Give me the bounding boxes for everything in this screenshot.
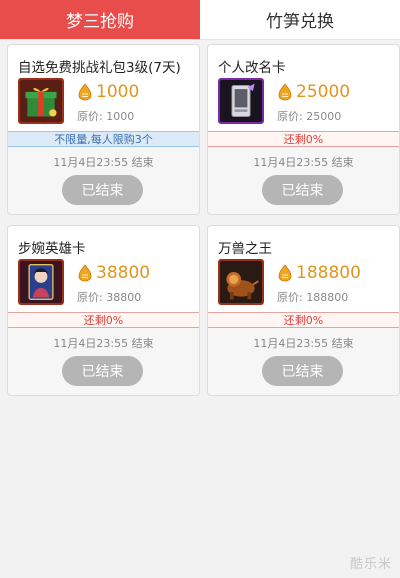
original-price-label: 原价: <box>277 291 303 304</box>
stock-remaining: 还剩0% <box>8 312 199 328</box>
card-footer: 11月4日23:55 结束 已结束 <box>208 147 399 214</box>
tab-bamboo-exchange[interactable]: 竹笋兑换 <box>200 0 400 39</box>
original-price: 原价: 1000 <box>77 108 134 124</box>
original-price: 原价: 38800 <box>77 289 141 305</box>
ended-button[interactable]: 已结束 <box>62 175 143 205</box>
rename-card-icon <box>218 78 264 124</box>
product-title: 自选免费挑战礼包3级(7天) <box>18 60 181 76</box>
card-footer: 11月4日23:55 结束 已结束 <box>208 328 399 395</box>
bamboo-coin-icon <box>78 83 92 101</box>
original-price-value: 1000 <box>106 110 135 123</box>
price-value: 1000 <box>96 82 140 102</box>
original-price: 原价: 25000 <box>277 108 341 124</box>
product-title: 万兽之王 <box>218 241 272 257</box>
product-card-rename-card[interactable]: 个人改名卡 25000 原价: 25000 还剩0% 11月4日23:55 结束… <box>207 44 400 215</box>
card-footer: 11月4日23:55 结束 已结束 <box>8 328 199 395</box>
empty-area: 酷乐米 <box>0 400 400 578</box>
end-time: 11月4日23:55 结束 <box>253 337 354 350</box>
product-title: 个人改名卡 <box>218 60 286 76</box>
tab-bar: 梦三抢购 竹笋兑换 <box>0 0 400 40</box>
original-price: 原价: 188800 <box>277 289 348 305</box>
price-row: 25000 <box>277 82 350 102</box>
price-row: 188800 <box>277 263 361 283</box>
ended-button[interactable]: 已结束 <box>262 356 343 386</box>
gift-box-icon <box>18 78 64 124</box>
price-value: 188800 <box>296 263 361 283</box>
product-card-hero-card[interactable]: 步婉英雄卡 38800 原价: 38800 还剩0% 11月4日23:55 结束… <box>7 225 200 396</box>
tab-flash-sale[interactable]: 梦三抢购 <box>0 0 200 39</box>
stock-remaining: 还剩0% <box>208 312 399 328</box>
hero-card-icon <box>18 259 64 305</box>
purchase-limit-notice: 不限量,每人限购3个 <box>8 131 199 147</box>
price-row: 38800 <box>77 263 150 283</box>
watermark-logo: 酷乐米 <box>349 557 392 572</box>
original-price-label: 原价: <box>77 110 103 123</box>
price-value: 25000 <box>296 82 351 102</box>
product-card-beast-king[interactable]: 万兽之王 188800 原价: 188800 还剩0% 11月4日23:55 结… <box>207 225 400 396</box>
product-grid: 自选免费挑战礼包3级(7天) 1000 原价: 1000 不限量,每人限购3个 … <box>0 40 400 396</box>
end-time: 11月4日23:55 结束 <box>53 156 154 169</box>
product-title: 步婉英雄卡 <box>18 241 86 257</box>
bamboo-coin-icon <box>78 264 92 282</box>
original-price-value: 38800 <box>106 291 142 304</box>
stock-remaining: 还剩0% <box>208 131 399 147</box>
card-footer: 11月4日23:55 结束 已结束 <box>8 147 199 214</box>
price-value: 38800 <box>96 263 151 283</box>
product-card-gift-pack[interactable]: 自选免费挑战礼包3级(7天) 1000 原价: 1000 不限量,每人限购3个 … <box>7 44 200 215</box>
end-time: 11月4日23:55 结束 <box>53 337 154 350</box>
end-time: 11月4日23:55 结束 <box>253 156 354 169</box>
price-row: 1000 <box>77 82 139 102</box>
bamboo-coin-icon <box>278 83 292 101</box>
ended-button[interactable]: 已结束 <box>62 356 143 386</box>
original-price-label: 原价: <box>277 110 303 123</box>
bamboo-coin-icon <box>278 264 292 282</box>
beast-king-icon <box>218 259 264 305</box>
original-price-value: 25000 <box>306 110 342 123</box>
ended-button[interactable]: 已结束 <box>262 175 343 205</box>
original-price-label: 原价: <box>77 291 103 304</box>
original-price-value: 188800 <box>306 291 349 304</box>
